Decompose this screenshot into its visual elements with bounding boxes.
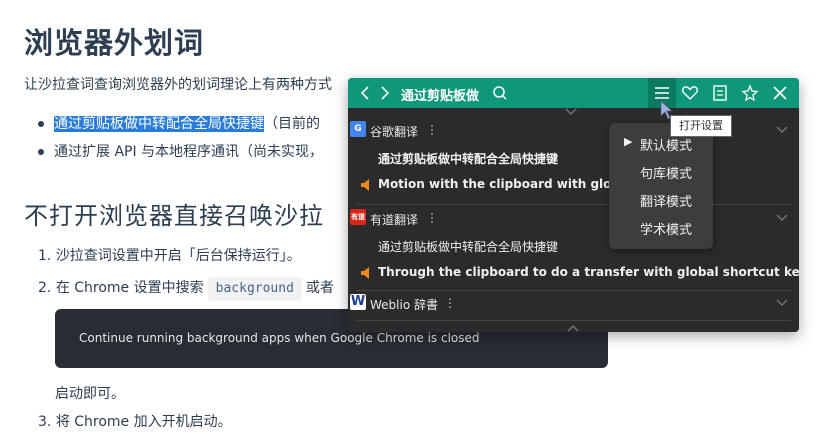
chevron-up-icon[interactable] <box>566 324 580 332</box>
result-row: 通过剪贴板做中转配合全局快捷键 <box>348 148 799 168</box>
section-title: 谷歌翻译 <box>370 125 419 139</box>
close-icon[interactable] <box>770 83 790 103</box>
panel-toolbar: 通过剪贴板做 <box>348 78 799 108</box>
intro-text: 让沙拉查词查询浏览器外的划词理论上有两种方式 <box>24 77 332 93</box>
section-header[interactable]: 有道 有道翻译 ⋮ <box>348 209 799 229</box>
list-item: 通过扩展 API 与本地程序通讯（尚未实现， <box>36 142 323 170</box>
section-title: Weblio 辞書 <box>370 298 438 312</box>
pin-icon[interactable] <box>740 83 760 103</box>
forward-arrow-icon[interactable] <box>376 83 394 103</box>
history-icon[interactable] <box>710 83 730 103</box>
mouse-cursor-icon <box>660 100 674 120</box>
weblio-logo-icon: W <box>350 294 366 310</box>
mode-translate[interactable]: 翻译模式 <box>609 188 713 210</box>
result-row: Through the clipboard to do a transfer w… <box>348 263 799 283</box>
divider <box>356 290 791 291</box>
step-item: 2. 在 Chrome 设置中搜索 background 或者 <box>38 277 334 309</box>
result-row: Motion with the clipboard with global sh… <box>348 175 799 195</box>
result-text: Through the clipboard to do a transfer w… <box>378 265 799 279</box>
google-logo-icon: G <box>350 121 366 137</box>
method-list: 通过剪贴板做中转配合全局快捷键（目前的 通过扩展 API 与本地程序通讯（尚未实… <box>36 114 323 170</box>
search-input[interactable]: 通过剪贴板做 <box>401 85 479 104</box>
result-text: 通过剪贴板做中转配合全局快捷键 <box>378 240 559 254</box>
inline-code: background <box>207 277 302 301</box>
step-item: 3. 将 Chrome 加入开机启动。 <box>38 414 232 430</box>
back-arrow-icon[interactable] <box>356 83 374 103</box>
selected-text[interactable]: 通过剪贴板做中转配合全局快捷键 <box>54 116 264 132</box>
chevron-down-icon[interactable] <box>775 213 789 223</box>
divider <box>356 320 791 321</box>
mode-sentence[interactable]: 句库模式 <box>609 160 713 182</box>
section-heading: 不打开浏览器直接召唤沙拉 <box>24 202 324 230</box>
more-options-icon[interactable]: ⋮ <box>444 296 456 310</box>
selected-triangle-icon: ▶ <box>624 135 633 148</box>
section-title: 有道翻译 <box>370 213 419 227</box>
steps-list: 1. 沙拉查词设置中开启「后台保持运行」。 2. 在 Chrome 设置中搜索 b… <box>38 245 334 309</box>
page-title: 浏览器外划词 <box>24 26 205 60</box>
result-row: 通过剪贴板做中转配合全局快捷键 <box>348 236 799 256</box>
speaker-icon[interactable] <box>360 178 372 192</box>
more-options-icon[interactable]: ⋮ <box>426 123 438 137</box>
mode-menu: ▶ 默认模式 句库模式 翻译模式 学术模式 <box>609 123 713 249</box>
mode-academic[interactable]: 学术模式 <box>609 216 713 238</box>
heart-icon[interactable] <box>680 83 700 103</box>
result-text: 通过剪贴板做中转配合全局快捷键 <box>378 152 559 166</box>
chevron-down-icon[interactable] <box>775 125 789 135</box>
settings-tooltip: 打开设置 <box>670 115 732 137</box>
list-item-text: （目前的 <box>264 116 320 132</box>
section-header[interactable]: W Weblio 辞書 ⋮ <box>348 294 799 314</box>
list-item-text: 通过扩展 API 与本地程序通讯（尚未实现， <box>54 144 324 160</box>
code-text: Continue running background apps when Go… <box>79 331 480 345</box>
divider <box>356 204 791 205</box>
step-item: 1. 沙拉查词设置中开启「后台保持运行」。 <box>38 248 301 264</box>
chevron-down-icon[interactable] <box>564 108 578 116</box>
paragraph: 启动即可。 <box>55 386 125 402</box>
youdao-logo-icon: 有道 <box>350 209 366 225</box>
chevron-down-icon[interactable] <box>775 298 789 308</box>
speaker-icon[interactable] <box>360 266 372 280</box>
list-item: 通过剪贴板做中转配合全局快捷键（目前的 <box>36 114 323 142</box>
more-options-icon[interactable]: ⋮ <box>426 211 438 225</box>
search-icon[interactable] <box>490 83 510 103</box>
